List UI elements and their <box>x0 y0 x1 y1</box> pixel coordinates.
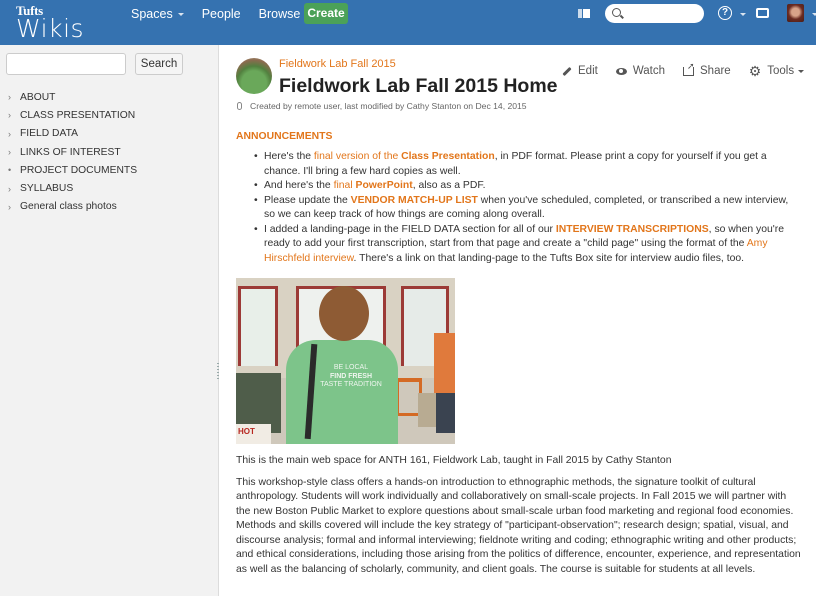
notifications-inbox-icon[interactable] <box>756 8 769 18</box>
shirt-text: BE LOCAL FIND FRESH TASTE TRADITION <box>320 364 382 388</box>
help-icon[interactable]: ? <box>718 6 732 20</box>
create-button[interactable]: Create <box>304 3 348 24</box>
class-presentation-link[interactable]: final version of the Class Presentation <box>314 151 495 162</box>
page-main: Fieldwork Lab Fall 2015 Fieldwork Lab Fa… <box>220 45 816 596</box>
chevron-right-icon[interactable]: › <box>8 202 20 212</box>
main-nav: Spaces People Browse <box>131 0 329 28</box>
tree-item-syllabus[interactable]: › SYLLABUS <box>8 179 137 197</box>
nav-spaces-label: Spaces <box>131 7 173 21</box>
announcement-item: I added a landing-page in the FIELD DATA… <box>254 223 802 267</box>
announcement-item: Please update the VENDOR MATCH-UP LIST w… <box>254 194 802 223</box>
intro-paragraph: This is the main web space for ANTH 161,… <box>236 455 672 466</box>
announcements-list: Here's the final version of the Class Pr… <box>254 150 802 267</box>
tufts-wikis-logo[interactable]: Tufts Wikis <box>16 4 84 42</box>
pencil-icon <box>562 66 572 76</box>
tree-item-label[interactable]: CLASS PRESENTATION <box>20 110 135 121</box>
vendor-match-up-list-link[interactable]: VENDOR MATCH-UP LIST <box>351 195 478 206</box>
description-paragraph: This workshop-style class offers a hands… <box>236 476 801 575</box>
chevron-down-icon[interactable] <box>740 13 746 16</box>
edit-label: Edit <box>578 65 598 77</box>
space-name-link[interactable]: Fieldwork Lab Fall 2015 <box>279 58 396 70</box>
chevron-right-icon[interactable]: › <box>8 129 20 139</box>
chevron-right-icon[interactable]: › <box>8 110 20 120</box>
share-label: Share <box>700 65 731 77</box>
top-navigation-bar: Tufts Wikis Spaces People Browse Create … <box>0 0 816 45</box>
tools-label: Tools <box>767 65 795 77</box>
page-byline: Created by remote user, last modified by… <box>237 101 527 111</box>
tree-item-label[interactable]: PROJECT DOCUMENTS <box>20 165 137 176</box>
page-tree: › ABOUT › CLASS PRESENTATION › FIELD DATA ›… <box>8 88 137 216</box>
page-title: Fieldwork Lab Fall 2015 Home <box>279 75 558 97</box>
space-avatar[interactable] <box>236 58 272 94</box>
tree-item-label[interactable]: General class photos <box>20 201 117 212</box>
global-search-input[interactable] <box>605 4 704 23</box>
nav-browse-label: Browse <box>258 7 301 21</box>
eye-icon <box>615 67 627 75</box>
tree-item-field-data[interactable]: › FIELD DATA <box>8 125 137 143</box>
chevron-right-icon[interactable]: › <box>8 92 20 102</box>
nav-people-label: People <box>201 7 241 21</box>
tree-item-project-documents[interactable]: • PROJECT DOCUMENTS <box>8 161 137 179</box>
tree-item-about[interactable]: › ABOUT <box>8 88 137 106</box>
watch-label: Watch <box>632 65 665 77</box>
logo-wikis: Wikis <box>16 14 85 43</box>
user-avatar[interactable] <box>787 4 804 22</box>
page-actions: Edit Watch Share ⚙ Tools <box>562 61 816 79</box>
attachment-icon[interactable] <box>237 102 242 110</box>
chevron-down-icon <box>177 13 184 16</box>
sidebar-search-button[interactable]: Search <box>135 53 183 75</box>
powerpoint-link[interactable]: final PowerPoint <box>334 180 413 191</box>
sidebar-resize-handle[interactable] <box>217 363 219 379</box>
chevron-down-icon <box>798 70 805 73</box>
tree-item-links-of-interest[interactable]: › LINKS OF INTEREST <box>8 143 137 161</box>
edit-button[interactable]: Edit <box>562 65 598 77</box>
bullet-icon: • <box>8 165 12 176</box>
interview-transcriptions-link[interactable]: INTERVIEW TRANSCRIPTIONS <box>556 224 709 235</box>
share-button[interactable]: Share <box>683 61 731 77</box>
nav-spaces[interactable]: Spaces <box>131 7 184 21</box>
tree-item-label[interactable]: LINKS OF INTEREST <box>20 147 121 158</box>
tree-item-class-presentation[interactable]: › CLASS PRESENTATION <box>8 106 137 124</box>
chevron-down-icon[interactable] <box>812 13 816 16</box>
announcements-heading: ANNOUNCEMENTS <box>236 131 333 142</box>
announcement-item: And here's the final PowerPoint, also as… <box>254 179 802 194</box>
space-sidebar: Search › ABOUT › CLASS PRESENTATION › FIELD… <box>0 45 219 596</box>
chevron-right-icon[interactable]: › <box>8 184 20 194</box>
watch-button[interactable]: Watch <box>615 65 665 77</box>
search-icon <box>612 8 621 17</box>
photo-sign: HOT <box>236 424 271 444</box>
chevron-right-icon[interactable]: › <box>8 147 20 157</box>
sidebar-toggle-icon[interactable] <box>578 9 590 18</box>
announcement-item: Here's the final version of the Class Pr… <box>254 150 802 179</box>
byline-text: Created by remote user, last modified by… <box>250 101 527 111</box>
nav-people[interactable]: People <box>202 7 241 21</box>
gear-icon: ⚙ <box>748 63 762 79</box>
tree-item-label[interactable]: SYLLABUS <box>20 183 73 194</box>
tree-item-label[interactable]: FIELD DATA <box>20 128 78 139</box>
page-content: ANNOUNCEMENTS Here's the final version o… <box>236 131 802 577</box>
tools-menu-button[interactable]: ⚙ Tools <box>748 63 805 79</box>
tree-item-label[interactable]: ABOUT <box>20 92 55 103</box>
share-icon <box>683 61 695 76</box>
sidebar-search-input[interactable] <box>6 53 126 75</box>
class-photo[interactable]: BE LOCAL FIND FRESH TASTE TRADITION HOT <box>236 278 455 444</box>
tree-item-general-class-photos[interactable]: › General class photos <box>8 198 137 216</box>
